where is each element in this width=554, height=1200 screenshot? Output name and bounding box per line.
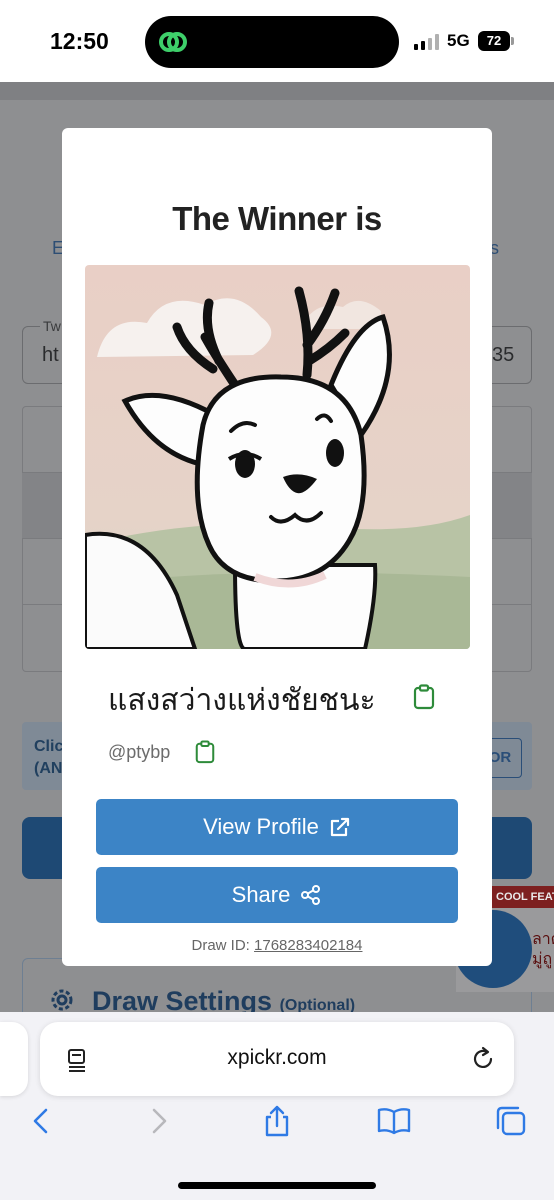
share-button[interactable]: Share (96, 867, 458, 923)
gear-icon (51, 989, 73, 1011)
browser-bottom-bar: xpickr.com (0, 1012, 554, 1200)
dynamic-island (145, 16, 399, 68)
draw-id: Draw ID: 1768283402184 (62, 937, 492, 954)
view-profile-label: View Profile (203, 814, 319, 839)
share-icon (301, 885, 321, 905)
url-text[interactable]: xpickr.com (40, 1046, 514, 1070)
forward-icon[interactable] (142, 1104, 176, 1138)
bookmarks-icon[interactable] (377, 1104, 411, 1138)
battery-icon: 72 (478, 31, 514, 51)
bg-info-text: Clic (AN (34, 738, 64, 777)
draw-id-link[interactable]: 1768283402184 (254, 937, 362, 954)
tabs-icon[interactable] (494, 1104, 528, 1138)
bg-floating-tag: COOL FEAT (492, 886, 554, 908)
winner-handle: @ptybp (108, 742, 171, 762)
draw-id-label: Draw ID: (191, 937, 250, 954)
network-type: 5G (447, 31, 470, 50)
bg-floating-text: ลาด มู่ถู (532, 931, 554, 968)
external-link-icon (330, 817, 349, 837)
winner-profile-image (85, 265, 470, 649)
app-logo-icon (159, 32, 187, 52)
clock: 12:50 (50, 28, 109, 54)
share-sheet-icon[interactable] (260, 1104, 294, 1138)
modal-title: The Winner is (172, 200, 382, 237)
address-bar[interactable]: xpickr.com (40, 1022, 514, 1096)
winner-name: แสงสว่างแห่งชัยชนะ (108, 683, 376, 718)
bg-draw-settings-title: Draw Settings (Optional) (92, 986, 356, 1012)
previous-tab-peek[interactable] (0, 1022, 28, 1096)
bg-input-value-left: ht (42, 344, 59, 366)
view-profile-button[interactable]: View Profile (96, 799, 458, 855)
copy-icon[interactable] (194, 740, 216, 764)
share-label: Share (231, 882, 291, 907)
winner-modal: The Winner is แสงสว่างแห่งชัยชนะ @ptybp … (62, 128, 492, 966)
bg-input-value-right: 35 (492, 344, 515, 366)
back-icon[interactable] (24, 1104, 58, 1138)
bg-input-label: Tw (40, 318, 64, 334)
battery-level: 72 (478, 31, 510, 51)
status-bar: 12:50 5G 72 (0, 0, 554, 82)
copy-icon[interactable] (412, 684, 436, 710)
reload-icon[interactable] (470, 1046, 496, 1072)
home-indicator (178, 1182, 376, 1189)
signal-icon (414, 34, 439, 50)
